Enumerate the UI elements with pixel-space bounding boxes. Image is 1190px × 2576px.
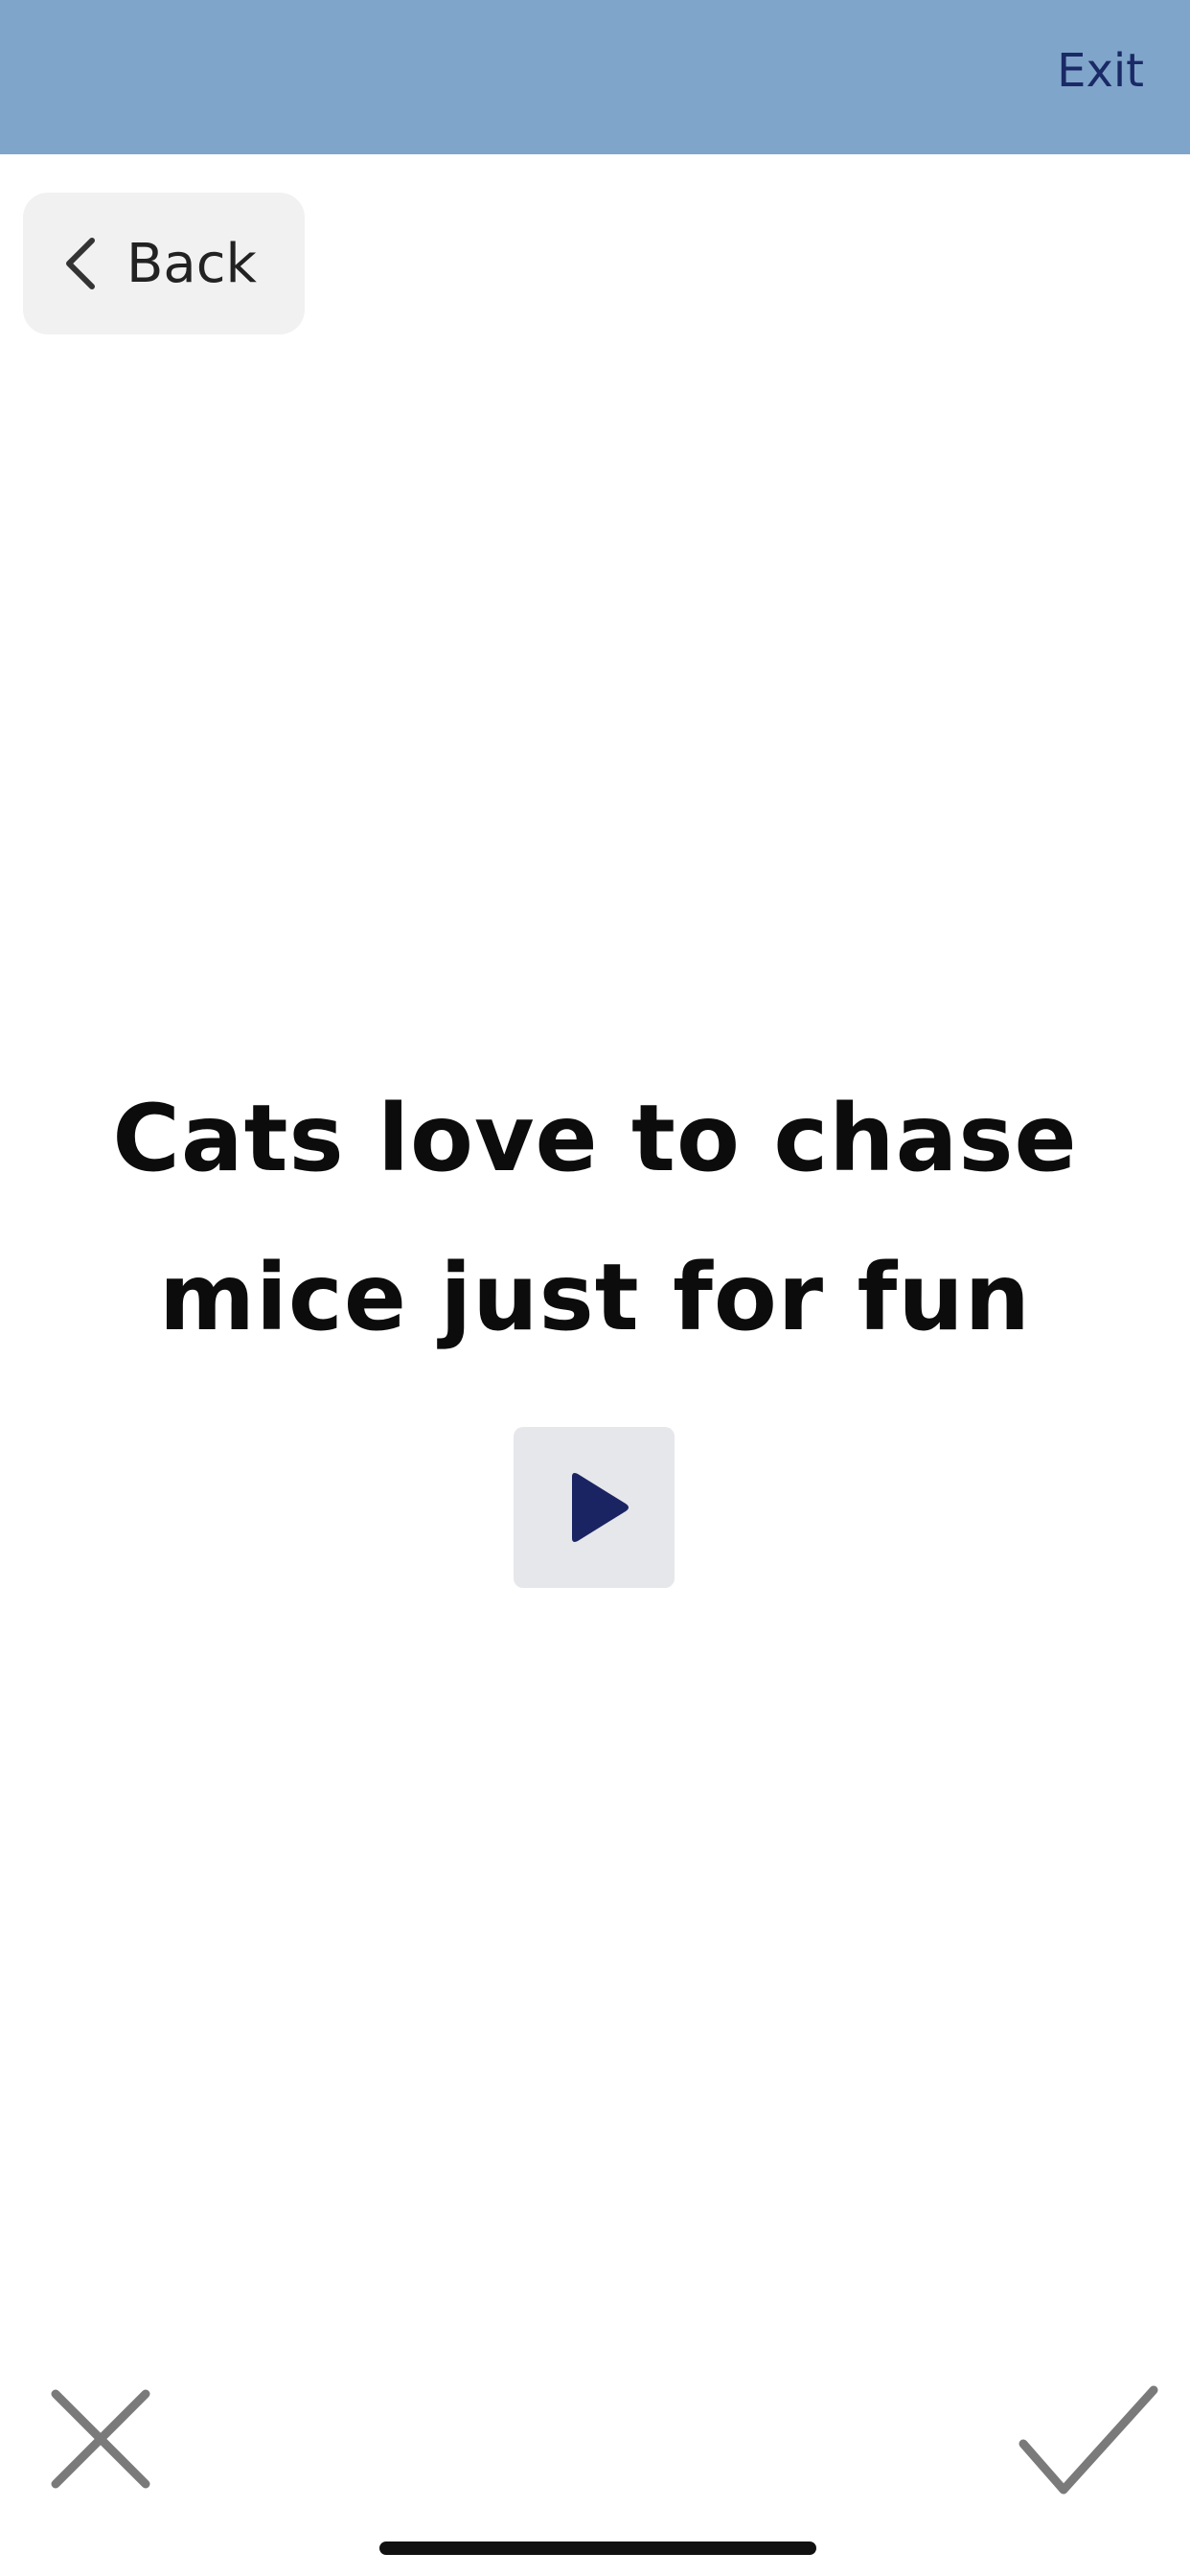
chevron-left-icon — [66, 238, 95, 289]
checkmark-icon — [1018, 2385, 1158, 2495]
top-bar: Exit — [0, 0, 1190, 154]
close-icon — [51, 2389, 150, 2489]
sentence-text: Cats love to chase mice just for fun — [57, 1059, 1133, 1377]
reject-button[interactable] — [50, 2388, 151, 2490]
sentence-line: Cats love to chase — [112, 1085, 1078, 1192]
accept-button[interactable] — [1018, 2382, 1159, 2501]
play-audio-button[interactable] — [514, 1427, 675, 1588]
back-button[interactable]: Back — [23, 193, 305, 334]
back-label: Back — [126, 232, 257, 295]
home-indicator[interactable] — [379, 2542, 816, 2555]
play-icon — [572, 1473, 629, 1542]
sentence-line: mice just for fun — [158, 1244, 1031, 1351]
flashcard-screen: Exit Back Cats love to chase mice just f… — [0, 0, 1190, 2576]
exit-button[interactable]: Exit — [1057, 44, 1144, 98]
